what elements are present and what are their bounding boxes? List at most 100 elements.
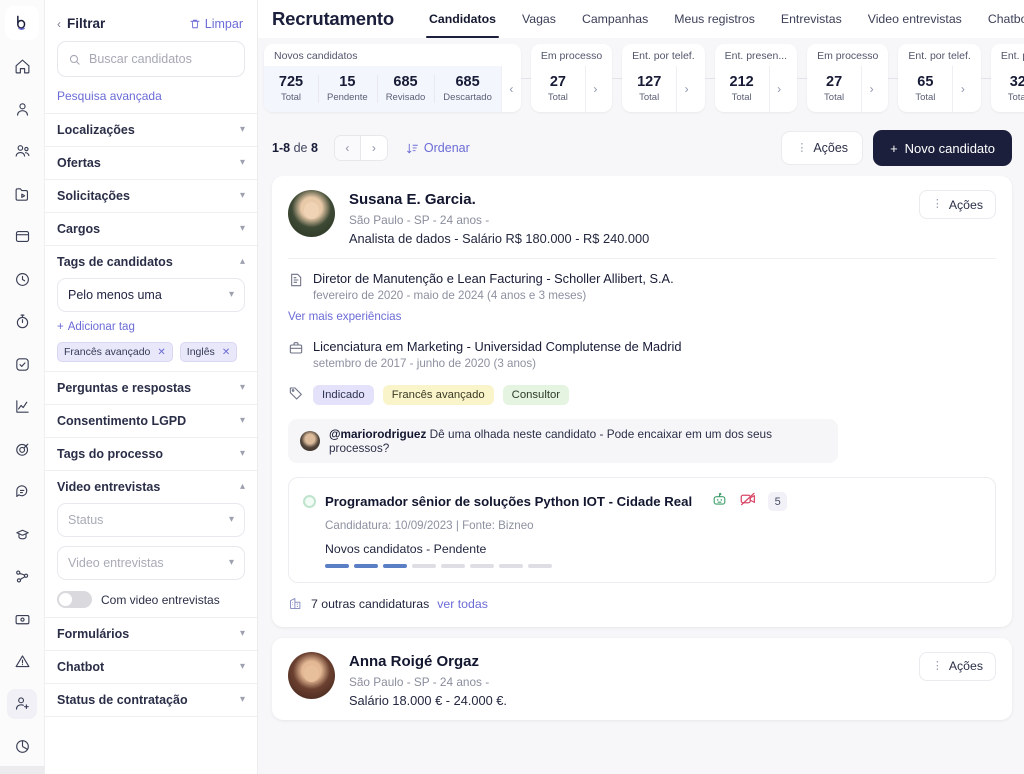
candidate-actions-button[interactable]: ⋮ Ações	[918, 651, 996, 681]
stat-card-em-processo-1[interactable]: Em processo 27 Total ›	[530, 44, 613, 112]
candidate-actions-button[interactable]: ⋮ Ações	[918, 190, 996, 219]
rail-item-user-icon[interactable]	[7, 94, 37, 124]
stat-card-ent-telefone-1[interactable]: Ent. por telef. 127 Total ›	[622, 44, 705, 112]
new-candidate-button[interactable]: + Novo candidato	[873, 130, 1012, 166]
filter-section-header[interactable]: Tags do processo ▾	[57, 447, 245, 461]
tag-chip[interactable]: Inglês ✕	[179, 342, 238, 362]
video-interviews-select[interactable]: Video entrevistas ▾	[57, 546, 245, 580]
app-header: Recrutamento Candidatos Vagas Campanhas …	[258, 0, 1024, 38]
rail-item-user-plus-icon[interactable]	[7, 689, 37, 719]
stat-value: 725	[278, 74, 304, 91]
bulk-actions-button[interactable]: ⋮ Ações	[781, 131, 864, 165]
view-all-applications-link[interactable]: ver todas	[437, 597, 488, 611]
filter-section-header[interactable]: Cargos ▾	[57, 222, 245, 236]
app-logo[interactable]	[5, 6, 39, 40]
video-off-icon[interactable]	[739, 490, 757, 513]
stat-cell: 32 Total	[991, 66, 1024, 112]
add-tag-button[interactable]: + Adicionar tag	[57, 321, 245, 333]
candidate-avatar[interactable]	[288, 190, 335, 237]
filter-section-header[interactable]: Chatbot ▾	[57, 660, 245, 674]
application-title[interactable]: Programador sênior de soluções Python IO…	[325, 494, 692, 509]
stat-cell: 27 Total	[531, 66, 585, 112]
filter-section-header[interactable]: Consentimento LGPD ▾	[57, 414, 245, 428]
filter-section-header[interactable]: Ofertas ▾	[57, 156, 245, 170]
stat-card-novos-candidatos[interactable]: Novos candidatos 725 Total 15 Pendente 6…	[264, 44, 521, 112]
stat-card-ent-presencial-2[interactable]: Ent. presen... 32 Total ›	[990, 44, 1024, 112]
stat-prev-button[interactable]: ‹	[500, 66, 521, 112]
video-status-select[interactable]: Status ▾	[57, 503, 245, 537]
stat-next-button[interactable]: ›	[768, 66, 789, 112]
rail-item-target-icon[interactable]	[7, 434, 37, 464]
with-video-interviews-toggle[interactable]	[57, 591, 92, 608]
candidate-header: Susana E. Garcia. São Paulo - SP - 24 an…	[272, 176, 1012, 258]
rail-item-home-icon[interactable]	[7, 52, 37, 82]
filter-section-header[interactable]: Solicitações ▾	[57, 189, 245, 203]
stat-next-button[interactable]: ›	[676, 66, 697, 112]
tab-vagas[interactable]: Vagas	[509, 0, 569, 38]
remove-tag-icon[interactable]: ✕	[157, 347, 165, 358]
stat-label: Total	[824, 91, 845, 103]
rail-item-stopwatch-icon[interactable]	[7, 307, 37, 337]
rail-item-workflow-icon[interactable]	[7, 562, 37, 592]
remove-tag-icon[interactable]: ✕	[222, 347, 230, 358]
filter-section-header[interactable]: Status de contratação ▾	[57, 693, 245, 707]
candidate-avatar[interactable]	[288, 651, 335, 699]
advanced-search-link[interactable]: Pesquisa avançada	[45, 87, 257, 113]
tab-meus-registros[interactable]: Meus registros	[661, 0, 768, 38]
rail-item-graduation-icon[interactable]	[7, 519, 37, 549]
filter-section-header[interactable]: Formulários ▾	[57, 627, 245, 641]
stat-card-ent-presencial-1[interactable]: Ent. presen... 212 Total ›	[714, 44, 798, 112]
candidate-tag-pill[interactable]: Consultor	[502, 385, 570, 406]
tab-chatbots[interactable]: Chatbots	[975, 0, 1024, 38]
tab-entrevistas[interactable]: Entrevistas	[768, 0, 855, 38]
stat-next-button[interactable]: ›	[861, 66, 882, 112]
tags-match-select[interactable]: Pelo menos uma ▾	[57, 278, 245, 312]
candidate-name[interactable]: Anna Roigé Orgaz	[349, 652, 919, 672]
page-prev-button[interactable]: ‹	[334, 136, 361, 160]
rail-item-check-square-icon[interactable]	[7, 349, 37, 379]
chevron-down-icon: ▾	[228, 557, 234, 568]
filter-panel-title: Filtrar	[67, 16, 106, 31]
stat-label: Total	[915, 91, 936, 103]
rail-item-clock-icon[interactable]	[7, 264, 37, 294]
rail-item-alert-icon[interactable]	[7, 647, 37, 677]
application-card[interactable]: Programador sênior de soluções Python IO…	[288, 477, 996, 583]
stat-card-em-processo-2[interactable]: Em processo 27 Total ›	[807, 44, 889, 112]
page-next-button[interactable]: ›	[361, 136, 387, 160]
candidate-experience-block: Diretor de Manutenção e Lean Facturing -…	[272, 259, 1012, 370]
clear-filters-button[interactable]: Limpar	[189, 17, 243, 31]
stat-connector	[980, 44, 991, 112]
filter-section-header[interactable]: Localizações ▾	[57, 123, 245, 137]
filter-section-header[interactable]: Tags de candidatos ▴	[57, 255, 245, 269]
rail-item-box-icon[interactable]	[7, 222, 37, 252]
stat-next-button[interactable]: ›	[584, 66, 605, 112]
tab-video-entrevistas[interactable]: Video entrevistas	[855, 0, 975, 38]
sort-button[interactable]: Ordenar	[406, 141, 470, 155]
candidate-tag-pill[interactable]: Francês avançado	[382, 385, 494, 406]
filter-section-perguntas: Perguntas e respostas ▾	[45, 371, 257, 404]
filter-section-header[interactable]: Perguntas e respostas ▾	[57, 381, 245, 395]
rail-item-folder-play-icon[interactable]	[7, 179, 37, 209]
rail-item-chart-line-icon[interactable]	[7, 392, 37, 422]
filter-section-header[interactable]: Video entrevistas ▴	[57, 480, 245, 494]
tag-chip[interactable]: Francês avançado ✕	[57, 342, 173, 362]
candidate-name[interactable]: Susana E. Garcia.	[349, 190, 919, 210]
rail-item-wallet-icon[interactable]	[7, 604, 37, 634]
candidate-tag-pill[interactable]: Indicado	[313, 385, 374, 406]
robot-icon[interactable]	[711, 491, 728, 513]
trash-icon	[190, 19, 200, 28]
candidate-search-input[interactable]: Buscar candidatos	[57, 41, 245, 77]
note-mention[interactable]: @mariorodriguez	[329, 427, 426, 441]
chevron-down-icon: ▾	[239, 628, 245, 639]
rail-item-users-icon[interactable]	[7, 137, 37, 167]
collapse-filters-icon[interactable]: ‹	[57, 17, 61, 31]
chevron-down-icon: ▾	[239, 448, 245, 459]
stat-card-ent-telefone-2[interactable]: Ent. por telef. 65 Total ›	[898, 44, 981, 112]
stat-next-button[interactable]: ›	[952, 66, 973, 112]
rail-item-pie-chart-icon[interactable]	[7, 731, 37, 761]
tab-candidatos[interactable]: Candidatos	[416, 0, 509, 38]
rail-scrollbar[interactable]	[0, 766, 45, 774]
more-experiences-link[interactable]: Ver mais experiências	[288, 310, 401, 323]
rail-item-chat-icon[interactable]	[7, 477, 37, 507]
tab-campanhas[interactable]: Campanhas	[569, 0, 661, 38]
